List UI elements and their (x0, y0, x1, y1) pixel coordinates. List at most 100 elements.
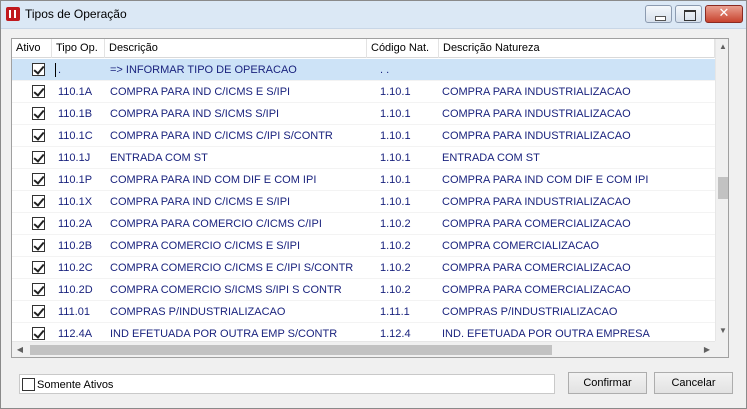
column-header-ativo[interactable]: Ativo (12, 39, 52, 58)
cell-descricao-natureza[interactable]: IND. EFETUADA POR OUTRA EMPRESA (442, 323, 714, 341)
cell-codigo-nat[interactable]: 1.10.2 (380, 279, 438, 301)
close-button[interactable]: ✕ (705, 5, 743, 23)
cell-codigo-nat[interactable]: 1.10.1 (380, 125, 438, 147)
cell-descricao[interactable]: COMPRA COMERCIO C/ICMS E C/IPI S/CONTR (110, 257, 366, 279)
column-header-codigo-nat[interactable]: Código Nat. (367, 39, 439, 58)
table-row[interactable]: 110.1C COMPRA PARA IND C/ICMS C/IPI S/CON… (12, 125, 715, 147)
column-header-tipo-op[interactable]: Tipo Op. (52, 39, 105, 58)
table-row[interactable]: 110.2C COMPRA COMERCIO C/ICMS E C/IPI S/C… (12, 257, 715, 279)
cell-tipo-op[interactable]: 110.2A (58, 213, 108, 235)
cell-descricao[interactable]: ENTRADA COM ST (110, 147, 366, 169)
cell-descricao[interactable]: COMPRA COMERCIO C/ICMS E S/IPI (110, 235, 366, 257)
table-row[interactable]: 110.1B COMPRA PARA IND S/ICMS S/IPI 1.10.1… (12, 103, 715, 125)
operation-types-grid[interactable]: Ativo Tipo Op. Descrição Código Nat. Des… (11, 38, 729, 358)
cell-codigo-nat[interactable]: 1.10.1 (380, 169, 438, 191)
vertical-scroll-thumb[interactable] (718, 177, 728, 199)
somente-ativos-checkbox[interactable] (22, 378, 35, 391)
ativo-checkbox[interactable] (32, 261, 45, 274)
cell-codigo-nat[interactable]: 1.11.1 (380, 301, 438, 323)
cell-tipo-op[interactable]: 110.1A (58, 81, 108, 103)
horizontal-scroll-thumb[interactable] (30, 345, 552, 355)
cell-tipo-op[interactable]: 110.1X (58, 191, 108, 213)
cell-descricao[interactable]: COMPRA PARA IND S/ICMS S/IPI (110, 103, 366, 125)
cell-descricao[interactable]: COMPRA PARA IND COM DIF E COM IPI (110, 169, 366, 191)
ativo-checkbox[interactable] (32, 63, 45, 76)
ativo-checkbox[interactable] (32, 173, 45, 186)
cell-tipo-op[interactable]: 110.2B (58, 235, 108, 257)
cell-descricao-natureza[interactable]: COMPRA PARA INDUSTRIALIZACAO (442, 191, 714, 213)
cell-tipo-op[interactable]: 110.2D (58, 279, 108, 301)
cell-codigo-nat[interactable]: 1.10.2 (380, 235, 438, 257)
table-row[interactable]: 111.01 COMPRAS P/INDUSTRIALIZACAO 1.11.1 CO… (12, 301, 715, 323)
table-row[interactable]: 110.1J ENTRADA COM ST 1.10.1 ENTRADA COM ST (12, 147, 715, 169)
scroll-left-icon[interactable]: ◀ (12, 342, 28, 357)
table-row[interactable]: 110.1A COMPRA PARA IND C/ICMS E S/IPI 1.10… (12, 81, 715, 103)
cell-codigo-nat[interactable]: . . (380, 59, 438, 81)
cell-tipo-op[interactable]: 110.1J (58, 147, 108, 169)
scroll-down-icon[interactable]: ▼ (716, 323, 728, 339)
cell-codigo-nat[interactable]: 1.10.2 (380, 213, 438, 235)
table-row[interactable]: 110.2A COMPRA PARA COMERCIO C/ICMS C/IPI 1… (12, 213, 715, 235)
cell-codigo-nat[interactable]: 1.10.1 (380, 81, 438, 103)
cell-codigo-nat[interactable]: 1.10.2 (380, 257, 438, 279)
table-row[interactable]: 110.1P COMPRA PARA IND COM DIF E COM IPI 1… (12, 169, 715, 191)
cell-codigo-nat[interactable]: 1.12.4 (380, 323, 438, 341)
column-header-descricao-natureza[interactable]: Descrição Natureza (439, 39, 715, 58)
cell-codigo-nat[interactable]: 1.10.1 (380, 103, 438, 125)
ativo-checkbox[interactable] (32, 107, 45, 120)
cell-tipo-op[interactable]: 110.1C (58, 125, 108, 147)
cell-descricao[interactable]: COMPRA PARA IND C/ICMS C/IPI S/CONTR (110, 125, 366, 147)
cell-descricao[interactable]: COMPRA PARA COMERCIO C/ICMS C/IPI (110, 213, 366, 235)
maximize-button[interactable] (675, 5, 702, 23)
ativo-checkbox[interactable] (32, 217, 45, 230)
table-row[interactable]: 110.2B COMPRA COMERCIO C/ICMS E S/IPI 1.10… (12, 235, 715, 257)
column-header-descricao[interactable]: Descrição (105, 39, 367, 58)
confirmar-button[interactable]: Confirmar (568, 372, 647, 394)
cell-descricao[interactable]: COMPRAS P/INDUSTRIALIZACAO (110, 301, 366, 323)
table-row[interactable]: 110.1X COMPRA PARA IND C/ICMS E S/IPI 1.10… (12, 191, 715, 213)
cell-codigo-nat[interactable]: 1.10.1 (380, 191, 438, 213)
table-row[interactable]: . => INFORMAR TIPO DE OPERACAO . . (12, 59, 715, 81)
ativo-checkbox[interactable] (32, 305, 45, 318)
ativo-checkbox[interactable] (32, 239, 45, 252)
cell-descricao-natureza[interactable]: COMPRAS P/INDUSTRIALIZACAO (442, 301, 714, 323)
cell-descricao[interactable]: => INFORMAR TIPO DE OPERACAO (110, 59, 366, 81)
cell-codigo-nat[interactable]: 1.10.1 (380, 147, 438, 169)
cell-descricao[interactable]: COMPRA COMERCIO S/ICMS S/IPI S CONTR (110, 279, 366, 301)
horizontal-scrollbar[interactable]: ◀ ▶ (12, 341, 715, 357)
vertical-scrollbar[interactable]: ▲ ▼ (715, 39, 728, 341)
title-bar[interactable]: Tipos de Operação ✕ (1, 1, 746, 29)
cancelar-button[interactable]: Cancelar (654, 372, 733, 394)
cell-descricao-natureza[interactable] (442, 59, 714, 81)
cell-descricao-natureza[interactable]: ENTRADA COM ST (442, 147, 714, 169)
cell-descricao-natureza[interactable]: COMPRA PARA COMERCIALIZACAO (442, 257, 714, 279)
ativo-checkbox[interactable] (32, 151, 45, 164)
cell-descricao-natureza[interactable]: COMPRA PARA INDUSTRIALIZACAO (442, 125, 714, 147)
cell-descricao[interactable]: COMPRA PARA IND C/ICMS E S/IPI (110, 81, 366, 103)
minimize-button[interactable] (645, 5, 672, 23)
scroll-right-icon[interactable]: ▶ (699, 342, 715, 357)
cell-descricao-natureza[interactable]: COMPRA PARA COMERCIALIZACAO (442, 213, 714, 235)
cell-descricao-natureza[interactable]: COMPRA PARA INDUSTRIALIZACAO (442, 103, 714, 125)
table-row[interactable]: 112.4A IND EFETUADA POR OUTRA EMP S/CONTR… (12, 323, 715, 341)
cell-tipo-op[interactable]: . (58, 59, 108, 81)
cell-descricao-natureza[interactable]: COMPRA PARA IND COM DIF E COM IPI (442, 169, 714, 191)
cell-tipo-op[interactable]: 112.4A (58, 323, 108, 341)
cell-descricao[interactable]: COMPRA PARA IND C/ICMS E S/IPI (110, 191, 366, 213)
cell-tipo-op[interactable]: 110.1P (58, 169, 108, 191)
cell-tipo-op[interactable]: 110.1B (58, 103, 108, 125)
somente-ativos-filter[interactable]: Somente Ativos (19, 374, 555, 394)
cell-tipo-op[interactable]: 110.2C (58, 257, 108, 279)
ativo-checkbox[interactable] (32, 195, 45, 208)
ativo-checkbox[interactable] (32, 283, 45, 296)
cell-descricao-natureza[interactable]: COMPRA PARA COMERCIALIZACAO (442, 279, 714, 301)
ativo-checkbox[interactable] (32, 85, 45, 98)
cell-descricao[interactable]: IND EFETUADA POR OUTRA EMP S/CONTR (110, 323, 366, 341)
ativo-checkbox[interactable] (32, 129, 45, 142)
cell-descricao-natureza[interactable]: COMPRA COMERCIALIZACAO (442, 235, 714, 257)
cell-tipo-op[interactable]: 111.01 (58, 301, 108, 323)
scroll-up-icon[interactable]: ▲ (716, 39, 728, 55)
table-row[interactable]: 110.2D COMPRA COMERCIO S/ICMS S/IPI S CON… (12, 279, 715, 301)
ativo-checkbox[interactable] (32, 327, 45, 340)
cell-descricao-natureza[interactable]: COMPRA PARA INDUSTRIALIZACAO (442, 81, 714, 103)
